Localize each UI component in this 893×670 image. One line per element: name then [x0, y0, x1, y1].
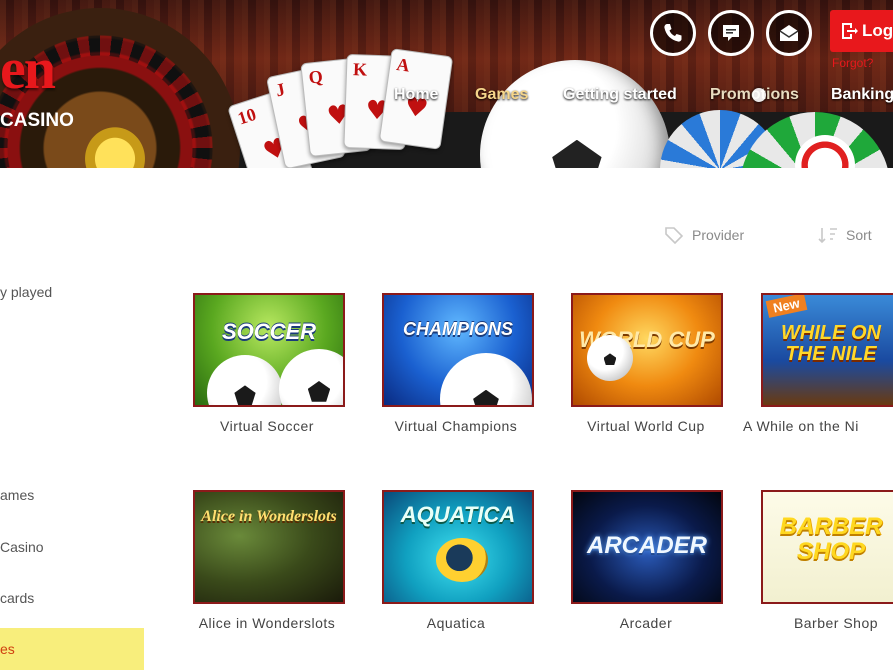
- game-art-text: ARCADER: [587, 532, 707, 559]
- game-art-text: AQUATICA: [400, 502, 516, 527]
- game-art-text: Alice in Wonderslots: [201, 508, 337, 525]
- sort-label: Sort: [846, 227, 872, 243]
- game-title[interactable]: A While on the Ni: [743, 418, 893, 434]
- game-art-text: SOCCER: [221, 319, 317, 344]
- game-title[interactable]: Arcader: [551, 615, 741, 631]
- page: 10♥ J♥ Q♥ K♥ A♥ en CASINO Logi Forgot? H…: [0, 0, 893, 670]
- game-title[interactable]: Aquatica: [361, 615, 551, 631]
- game-title[interactable]: Alice in Wonderslots: [172, 615, 362, 631]
- game-art-text: BARBER SHOP: [779, 513, 883, 566]
- login-button[interactable]: Logi: [830, 10, 893, 52]
- soccer-ball-icon: [440, 353, 532, 405]
- nav-games[interactable]: Games: [475, 86, 528, 104]
- submarine-icon: [436, 538, 488, 582]
- nav-getting-started[interactable]: Getting started: [563, 86, 677, 104]
- game-tile-aquatica[interactable]: AQUATICA: [382, 490, 534, 604]
- login-icon: [842, 23, 858, 39]
- game-title[interactable]: Virtual Champions: [361, 418, 551, 434]
- nav-home[interactable]: Home: [394, 86, 438, 104]
- game-tile-virtual-champions[interactable]: CHAMPIONS: [382, 293, 534, 407]
- game-title[interactable]: Virtual World Cup: [551, 418, 741, 434]
- sidebar-item-scratchcards[interactable]: cards: [0, 578, 144, 618]
- roulette-spindle-image: [80, 122, 150, 168]
- game-tile-arcader[interactable]: ARCADER: [571, 490, 723, 604]
- sidebar-item-games[interactable]: ames: [0, 475, 144, 515]
- soccer-ball-icon: [587, 335, 633, 381]
- site-header: 10♥ J♥ Q♥ K♥ A♥ en CASINO Logi Forgot? H…: [0, 0, 893, 168]
- provider-label: Provider: [692, 227, 745, 243]
- soccer-ball-icon: [279, 349, 343, 405]
- game-tile-virtual-soccer[interactable]: SOCCER: [193, 293, 345, 407]
- forgot-link[interactable]: Forgot?: [832, 56, 873, 70]
- game-tile-barber-shop[interactable]: BARBER SHOP: [761, 490, 893, 604]
- sidebar-item-recently-played[interactable]: y played: [0, 272, 144, 312]
- game-art-text: WHILE ON THE NILE: [781, 322, 881, 365]
- nav-banking[interactable]: Banking: [831, 86, 893, 104]
- sort-control[interactable]: Sort: [818, 226, 872, 244]
- chat-button[interactable]: [708, 10, 754, 56]
- phone-icon: [664, 24, 682, 42]
- logo-subtitle: CASINO: [0, 110, 74, 131]
- sidebar-item-casino[interactable]: Casino: [0, 527, 144, 567]
- sidebar-item-selected[interactable]: es: [0, 628, 144, 670]
- sort-icon: [818, 228, 837, 244]
- tag-icon: [665, 227, 684, 244]
- mouse-cursor: [752, 88, 766, 102]
- game-title[interactable]: Barber Shop: [741, 615, 893, 631]
- game-tile-virtual-world-cup[interactable]: WORLD CUP: [571, 293, 723, 407]
- soccer-ball-icon: [207, 355, 283, 405]
- chat-icon: [723, 25, 739, 41]
- new-badge: New: [765, 295, 808, 318]
- game-tile-a-while-on-the-nile[interactable]: New WHILE ON THE NILE: [761, 293, 893, 407]
- mail-button[interactable]: [766, 10, 812, 56]
- provider-filter[interactable]: Provider: [664, 226, 744, 244]
- login-label: Logi: [862, 21, 893, 40]
- phone-button[interactable]: [650, 10, 696, 56]
- game-tile-alice-in-wonderslots[interactable]: Alice in Wonderslots: [193, 490, 345, 604]
- game-title[interactable]: Virtual Soccer: [172, 418, 362, 434]
- mail-icon: [779, 25, 799, 41]
- game-art-text: CHAMPIONS: [402, 319, 513, 339]
